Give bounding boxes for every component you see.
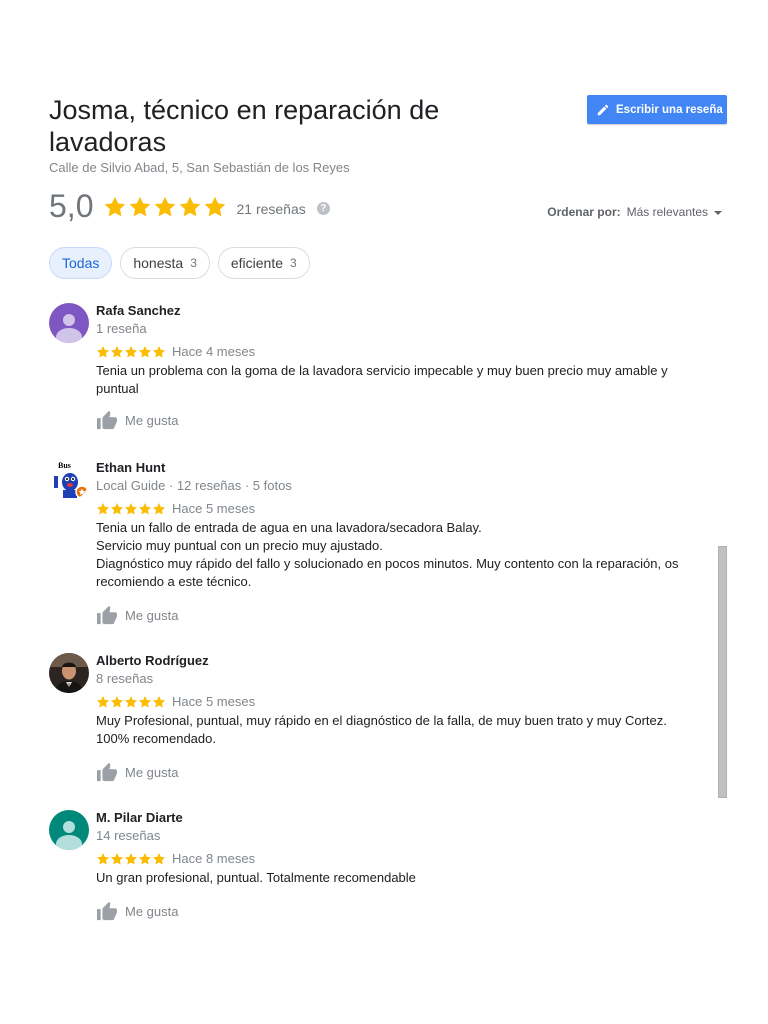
review-stars (96, 345, 166, 359)
average-rating: 5,0 (49, 188, 94, 224)
sort-dropdown[interactable]: Ordenar por: Más relevantes (547, 205, 722, 219)
star-icon (138, 502, 152, 514)
reviewer-meta: Local Guide · 12 reseñas · 5 fotos (96, 478, 292, 493)
review-item: M. Pilar Diarte 14 reseñas Hace 8 meses … (49, 810, 699, 930)
place-address: Calle de Silvio Abad, 5, San Sebastián d… (49, 160, 350, 175)
like-button[interactable]: Me gusta (96, 410, 696, 430)
scrollbar-thumb[interactable] (718, 546, 727, 798)
chip-eficiente[interactable]: eficiente 3 (217, 247, 310, 279)
reviewer-name[interactable]: Ethan Hunt (96, 460, 696, 476)
place-header: Josma, técnico en reparación de lavadora… (49, 94, 489, 175)
star-icon (124, 695, 138, 707)
star-icon (110, 695, 124, 707)
review-text: Un gran profesional, puntual. Totalmente… (96, 870, 416, 885)
photo-avatar-icon (49, 653, 89, 693)
star-icon (138, 345, 152, 357)
thumbs-up-icon (97, 605, 117, 625)
rating-summary: 5,0 21 reseñas ? (49, 188, 330, 225)
place-title: Josma, técnico en reparación de lavadora… (49, 95, 440, 157)
thumbs-up-icon (97, 901, 117, 921)
sort-label: Ordenar por: (547, 205, 621, 219)
star-icon (152, 345, 166, 357)
star-icon (110, 852, 124, 864)
default-avatar-icon (49, 303, 89, 343)
star-icon (105, 196, 126, 216)
star-icon (124, 345, 138, 357)
reviewer-meta: 8 reseñas (96, 671, 154, 686)
star-icon (152, 852, 166, 864)
like-label: Me gusta (125, 607, 179, 623)
write-review-label: Escribir una reseña (616, 103, 723, 116)
star-icon (110, 502, 124, 514)
avatar[interactable] (49, 653, 89, 693)
like-button[interactable]: Me gusta (96, 605, 696, 625)
review-item: Rafa Sanchez 1 reseña Hace 4 meses Tenia… (49, 303, 699, 443)
star-icon (138, 852, 152, 864)
pencil-icon (597, 104, 609, 115)
chip-count: 3 (190, 256, 197, 270)
default-avatar-icon (49, 810, 89, 850)
review-item: Bus Ethan Hunt Local Guide · 12 reseñas … (49, 460, 699, 640)
reviewer-name[interactable]: Alberto Rodríguez (96, 653, 696, 669)
review-date: Hace 5 meses (172, 694, 256, 709)
reviewer-meta: 14 reseñas (96, 828, 161, 843)
star-icon (96, 502, 110, 514)
star-icon (110, 345, 124, 357)
help-icon[interactable]: ? (316, 202, 330, 215)
review-text: Tenia un fallo de entrada de agua en una… (96, 520, 679, 589)
star-icon (96, 345, 110, 357)
chip-label: Todas (62, 255, 100, 271)
review-stars (96, 852, 166, 866)
review-date: Hace 4 meses (172, 344, 256, 359)
star-icon (205, 196, 226, 216)
review-stars (96, 695, 166, 709)
review-date: Hace 5 meses (172, 501, 256, 516)
review-stars (96, 502, 166, 516)
star-icon (155, 196, 176, 216)
star-icon (138, 695, 152, 707)
star-icon (96, 852, 110, 864)
star-icon (152, 502, 166, 514)
review-item: Alberto Rodríguez 8 reseñas Hace 5 meses… (49, 653, 699, 793)
chip-honesta[interactable]: honesta 3 (120, 247, 210, 279)
reviewer-name[interactable]: M. Pilar Diarte (96, 810, 696, 826)
avatar[interactable] (49, 303, 89, 343)
like-button[interactable]: Me gusta (96, 901, 696, 921)
avatar[interactable] (49, 810, 89, 850)
like-label: Me gusta (125, 412, 179, 428)
avatar[interactable]: Bus (49, 460, 89, 500)
average-stars (103, 195, 227, 219)
star-icon (96, 695, 110, 707)
chip-label: honesta (133, 255, 184, 271)
review-count: 21 reseñas (236, 200, 306, 217)
reviewer-name[interactable]: Rafa Sanchez (96, 303, 696, 319)
like-label: Me gusta (125, 903, 179, 919)
chip-count: 3 (290, 256, 297, 270)
review-date: Hace 8 meses (172, 851, 256, 866)
review-text: Muy Profesional, puntual, muy rápido en … (96, 713, 667, 746)
thumbs-up-icon (97, 410, 117, 430)
chip-todas[interactable]: Todas (49, 247, 113, 279)
chevron-down-icon (714, 210, 722, 215)
star-icon (152, 695, 166, 707)
like-button[interactable]: Me gusta (96, 762, 696, 782)
thumbs-up-icon (97, 762, 117, 782)
star-icon (180, 196, 201, 216)
chip-label: eficiente (230, 255, 284, 271)
star-icon (124, 502, 138, 514)
star-icon (130, 196, 151, 216)
cartoon-avatar-icon: Bus (49, 460, 89, 500)
like-label: Me gusta (125, 764, 179, 780)
topic-filters: Todas honesta 3 eficiente 3 (49, 247, 310, 279)
write-review-button[interactable]: Escribir una reseña (587, 95, 727, 124)
star-icon (124, 852, 138, 864)
sort-value: Más relevantes (626, 205, 708, 219)
avatar-text: Bus (58, 461, 71, 470)
reviewer-meta: 1 reseña (96, 321, 147, 336)
review-text: Tenia un problema con la goma de la lava… (96, 363, 668, 396)
